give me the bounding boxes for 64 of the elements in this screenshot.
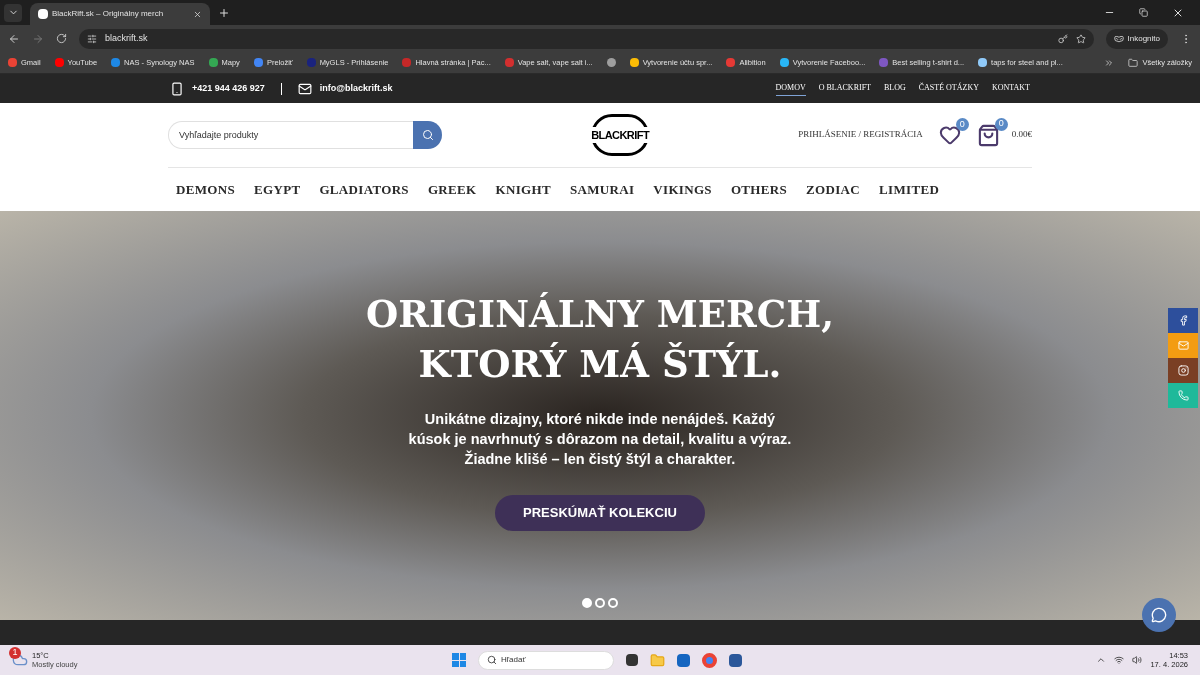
- hero-description: Unikátne dizajny, ktoré nikde inde nenájdeš. Každý kúsok je navrhnutý s dôrazom na detail, kvalitu a výraz. Žiadne klišé – len čistý štýl a charakter.: [407, 409, 793, 469]
- facebook-share-button[interactable]: [1168, 308, 1198, 333]
- category-link[interactable]: GREEK: [427, 179, 477, 200]
- weather-alert-badge: 1: [9, 647, 21, 659]
- address-field[interactable]: blackrift.sk: [79, 28, 1094, 49]
- hero-title: ORIGINÁLNY MERCH, KTORÝ MÁ ŠTÝL.: [365, 290, 834, 388]
- incognito-badge[interactable]: Inkognito: [1105, 28, 1168, 49]
- top-nav-link[interactable]: KONTAKT: [991, 81, 1030, 96]
- login-link[interactable]: PRIHLÁSENIE / REGISTRÁCIA: [798, 128, 923, 142]
- search-icon: [487, 655, 497, 665]
- taskbar-search-field[interactable]: Hľadať: [478, 650, 614, 670]
- category-link[interactable]: EGYPT: [254, 179, 301, 200]
- chat-bubble-icon: [1151, 607, 1167, 623]
- search-icon: [421, 129, 434, 141]
- top-nav-link[interactable]: ČASTÉ OTÁZKY: [918, 81, 979, 96]
- category-link[interactable]: ZODIAC: [806, 179, 861, 200]
- bookmark-star-icon[interactable]: [1075, 33, 1086, 44]
- instagram-share-button[interactable]: [1168, 358, 1198, 383]
- wishlist-count: 0: [955, 118, 969, 131]
- search-field[interactable]: Vyhľadajte produkty: [168, 121, 413, 149]
- explore-collection-button[interactable]: PRESKÚMAŤ KOLEKCIU: [495, 494, 705, 531]
- browser-tab[interactable]: BlackRift.sk – Originálny merch: [30, 3, 210, 25]
- mail-icon: [297, 81, 312, 96]
- tab-title: BlackRift.sk – Originálny merch: [52, 8, 165, 20]
- category-link[interactable]: OTHERS: [730, 179, 788, 200]
- close-icon[interactable]: [193, 9, 202, 19]
- cart-count: 0: [994, 117, 1008, 131]
- category-link[interactable]: KNIGHT: [495, 179, 551, 200]
- email-address: info@blackrift.sk: [319, 81, 393, 95]
- top-nav-link[interactable]: BLOG: [883, 81, 906, 96]
- volume-icon[interactable]: [1132, 655, 1143, 665]
- category-link[interactable]: DEMONS: [176, 179, 235, 200]
- top-nav-link[interactable]: DOMOV: [775, 81, 806, 96]
- start-icon[interactable]: [452, 653, 466, 667]
- wifi-icon[interactable]: [1114, 655, 1125, 665]
- category-link[interactable]: GLADIATORS: [319, 179, 409, 200]
- incognito-icon: [1113, 33, 1124, 44]
- reload-icon[interactable]: [56, 33, 67, 44]
- category-link[interactable]: LIMITED: [879, 179, 940, 200]
- folder-icon: [1128, 57, 1139, 68]
- site-favicon-icon: [38, 9, 48, 19]
- back-icon[interactable]: [8, 32, 20, 45]
- url-text: blackrift.sk: [105, 31, 148, 45]
- cart-total: 0.00€: [1011, 128, 1032, 142]
- restore-icon[interactable]: [1139, 8, 1148, 17]
- category-link[interactable]: SAMURAI: [569, 179, 635, 200]
- phone-icon: [170, 81, 184, 96]
- tab-list-button[interactable]: [4, 3, 22, 22]
- wishlist-heart-icon[interactable]: [938, 124, 961, 146]
- logo[interactable]: BLACKRIFT: [591, 114, 650, 156]
- chat-button[interactable]: [1142, 598, 1176, 632]
- instagram-icon: [1177, 365, 1189, 376]
- more-bookmarks-icon[interactable]: [1104, 57, 1115, 68]
- key-icon[interactable]: [1057, 33, 1068, 44]
- category-link[interactable]: VIKINGS: [653, 179, 712, 200]
- whatsapp-icon: [1177, 390, 1189, 401]
- tray-expand-icon[interactable]: [1096, 655, 1107, 665]
- phone-number: +421 944 426 927: [192, 81, 265, 95]
- top-nav-link[interactable]: O BLACKRIFT: [818, 81, 871, 96]
- email-icon: [1177, 340, 1189, 351]
- site-settings-icon[interactable]: [87, 33, 97, 44]
- cart-bag-icon[interactable]: [976, 123, 1000, 147]
- search-button[interactable]: [413, 121, 442, 149]
- new-tab-icon[interactable]: [218, 6, 230, 19]
